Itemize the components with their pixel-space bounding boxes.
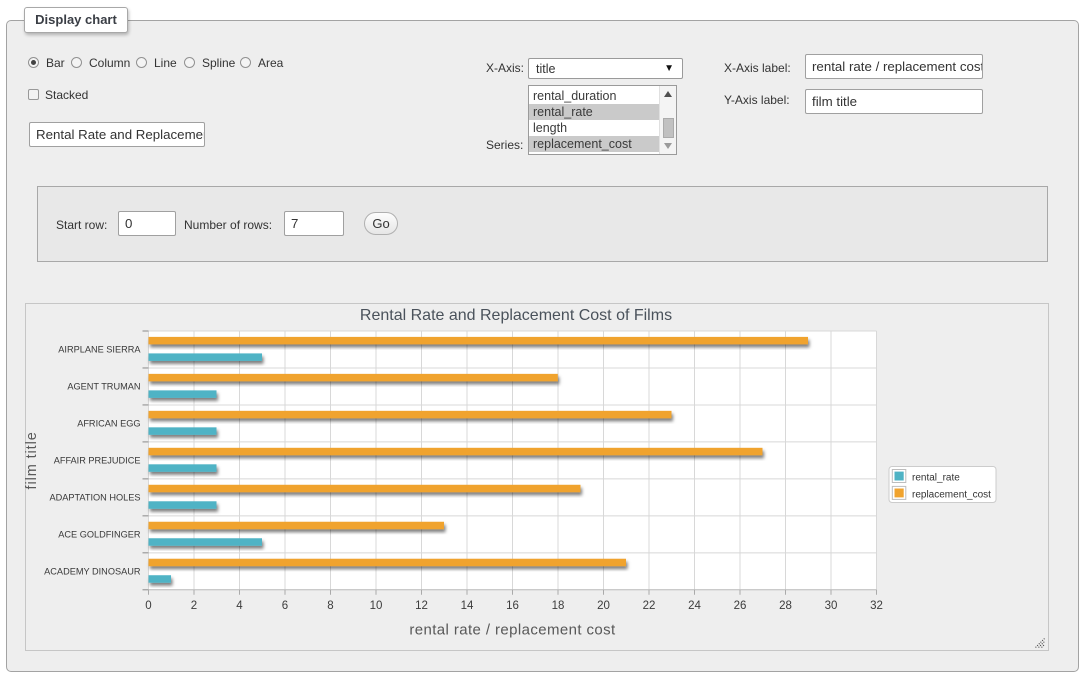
svg-text:film title: film title (24, 431, 40, 489)
svg-text:26: 26 (734, 600, 747, 612)
svg-text:16: 16 (506, 600, 519, 612)
svg-text:rental_rate: rental_rate (912, 473, 960, 484)
svg-text:AFFAIR PREJUDICE: AFFAIR PREJUDICE (54, 456, 141, 466)
svg-text:AGENT TRUMAN: AGENT TRUMAN (67, 382, 140, 392)
svg-text:12: 12 (415, 600, 428, 612)
svg-text:18: 18 (552, 600, 565, 612)
svg-text:0: 0 (145, 600, 151, 612)
svg-text:Rental Rate and Replacement Co: Rental Rate and Replacement Cost of Film… (360, 307, 672, 324)
svg-text:AIRPLANE SIERRA: AIRPLANE SIERRA (58, 345, 141, 355)
svg-text:28: 28 (779, 600, 792, 612)
svg-text:24: 24 (688, 600, 701, 612)
svg-text:2: 2 (191, 600, 197, 612)
svg-text:10: 10 (370, 600, 383, 612)
svg-text:ACADEMY DINOSAUR: ACADEMY DINOSAUR (44, 567, 141, 577)
svg-text:ACE GOLDFINGER: ACE GOLDFINGER (58, 530, 141, 540)
svg-text:32: 32 (870, 600, 883, 612)
svg-text:22: 22 (643, 600, 656, 612)
svg-text:20: 20 (597, 600, 610, 612)
svg-text:14: 14 (461, 600, 474, 612)
svg-text:8: 8 (327, 600, 333, 612)
svg-text:4: 4 (236, 600, 243, 612)
svg-text:30: 30 (825, 600, 838, 612)
svg-text:rental rate / replacement cost: rental rate / replacement cost (409, 622, 616, 639)
svg-text:AFRICAN EGG: AFRICAN EGG (77, 419, 140, 429)
svg-text:ADAPTATION HOLES: ADAPTATION HOLES (49, 493, 140, 503)
svg-text:replacement_cost: replacement_cost (912, 490, 991, 501)
svg-text:6: 6 (282, 600, 288, 612)
